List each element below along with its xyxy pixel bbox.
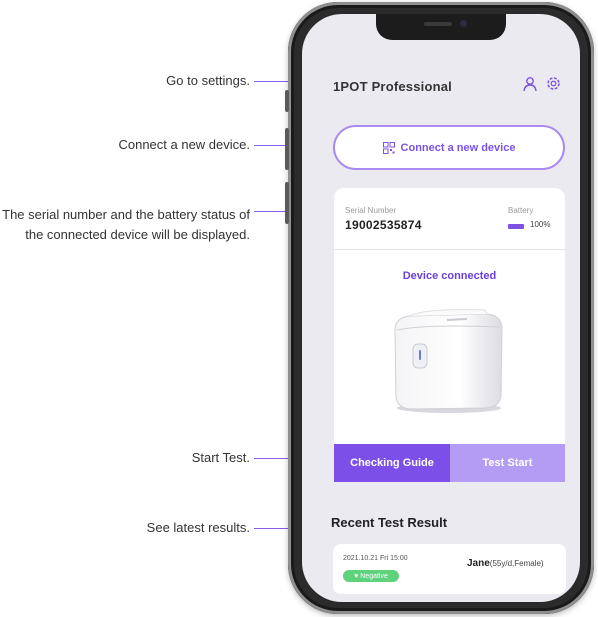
annotation-start-test: Start Test. [191, 450, 250, 465]
front-camera [460, 20, 467, 27]
connect-device-button[interactable]: Connect a new device [333, 125, 565, 170]
recent-results-title: Recent Test Result [331, 515, 448, 530]
recent-result-card[interactable] [333, 544, 566, 594]
serial-number-label: Serial Number [345, 206, 397, 215]
result-date: 2021.10.21 Fri 15:00 [343, 555, 408, 562]
user-icon[interactable] [522, 76, 538, 92]
annotation-connect: Connect a new device. [118, 137, 250, 152]
card-divider [334, 249, 565, 250]
battery-icon [508, 224, 524, 229]
volume-down-button [285, 182, 289, 224]
test-start-button[interactable]: Test Start [450, 444, 565, 482]
app-title: 1POT Professional [333, 79, 452, 94]
device-status: Device connected [402, 270, 497, 282]
speaker-grille [424, 22, 452, 26]
result-status-badge: ♥ Negative [343, 570, 399, 582]
annotation-settings: Go to settings. [166, 73, 250, 88]
phone-notch [376, 14, 506, 40]
qr-icon [382, 141, 395, 154]
checking-guide-button[interactable]: Checking Guide [334, 444, 450, 482]
annotation-serial: The serial number and the battery status… [2, 207, 250, 242]
volume-up-button [285, 128, 289, 170]
patient-meta: (55y/d,Female) [489, 559, 544, 568]
mute-switch [285, 90, 289, 112]
battery-level: 100% [530, 220, 551, 229]
connect-device-label: Connect a new device [400, 141, 516, 154]
annotation-results: See latest results. [146, 520, 250, 535]
heart-icon: ♥ [354, 572, 359, 580]
battery-label: Battery [508, 206, 534, 215]
patient-name: Jane [467, 558, 490, 569]
serial-number-value: 19002535874 [345, 218, 422, 232]
result-patient: Jane(55y/d,Female) [467, 558, 544, 569]
result-status-label: Negative [360, 572, 388, 580]
gear-icon[interactable] [545, 75, 562, 92]
device-image [394, 309, 503, 413]
